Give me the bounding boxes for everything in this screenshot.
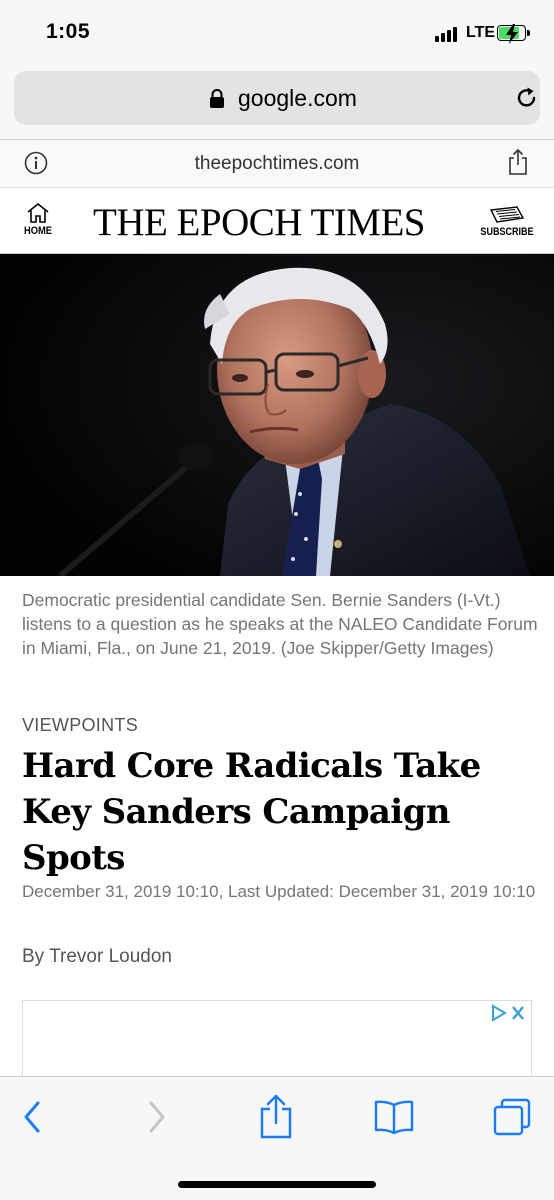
browser-url-area: google.com — [0, 66, 554, 140]
charging-bolt-icon — [506, 24, 518, 44]
forward-icon[interactable] — [145, 1097, 169, 1137]
share-icon[interactable] — [507, 148, 529, 176]
status-time: 1:05 — [46, 20, 91, 43]
article-headline: Hard Core Radicals Take Key Sanders Camp… — [22, 746, 481, 878]
back-icon[interactable] — [20, 1097, 44, 1137]
site-info-bar: theepochtimes.com — [0, 140, 554, 188]
browser-toolbar — [0, 1076, 554, 1200]
address-bar[interactable]: google.com — [14, 71, 540, 125]
signal-strength-icon — [435, 26, 461, 42]
tabs-icon[interactable] — [492, 1097, 532, 1137]
lock-icon — [210, 89, 224, 108]
article-dateline: December 31, 2019 10:10, Last Updated: D… — [22, 882, 536, 901]
share-icon[interactable] — [259, 1093, 293, 1139]
article-byline[interactable]: By Trevor Loudon — [22, 946, 172, 968]
image-caption: Democratic presidential candidate Sen. B… — [22, 590, 538, 658]
home-label: HOME — [23, 225, 53, 237]
subscribe-button[interactable]: SUBSCRIBE — [474, 206, 540, 246]
site-header: HOME THE EPOCH TIMES SUBSCRIBE — [0, 188, 554, 254]
bookmarks-icon[interactable] — [373, 1099, 415, 1135]
adchoices-icon[interactable] — [489, 1003, 529, 1023]
status-bar: 1:05 LTE — [0, 0, 554, 66]
site-domain: theepochtimes.com — [194, 153, 360, 174]
reload-icon[interactable] — [514, 85, 540, 111]
subscribe-label: SUBSCRIBE — [480, 226, 534, 238]
portrait-photo — [0, 254, 554, 576]
home-button[interactable]: HOME — [20, 202, 56, 246]
battery-cap — [527, 30, 530, 36]
network-type: LTE — [466, 24, 496, 41]
home-indicator[interactable] — [178, 1181, 376, 1188]
url-host: google.com — [238, 85, 357, 111]
newspaper-icon — [489, 206, 525, 223]
site-logo[interactable]: THE EPOCH TIMES — [93, 200, 425, 245]
article-hero-image — [0, 254, 554, 576]
section-label[interactable]: VIEWPOINTS — [22, 715, 138, 736]
home-icon — [27, 202, 49, 223]
